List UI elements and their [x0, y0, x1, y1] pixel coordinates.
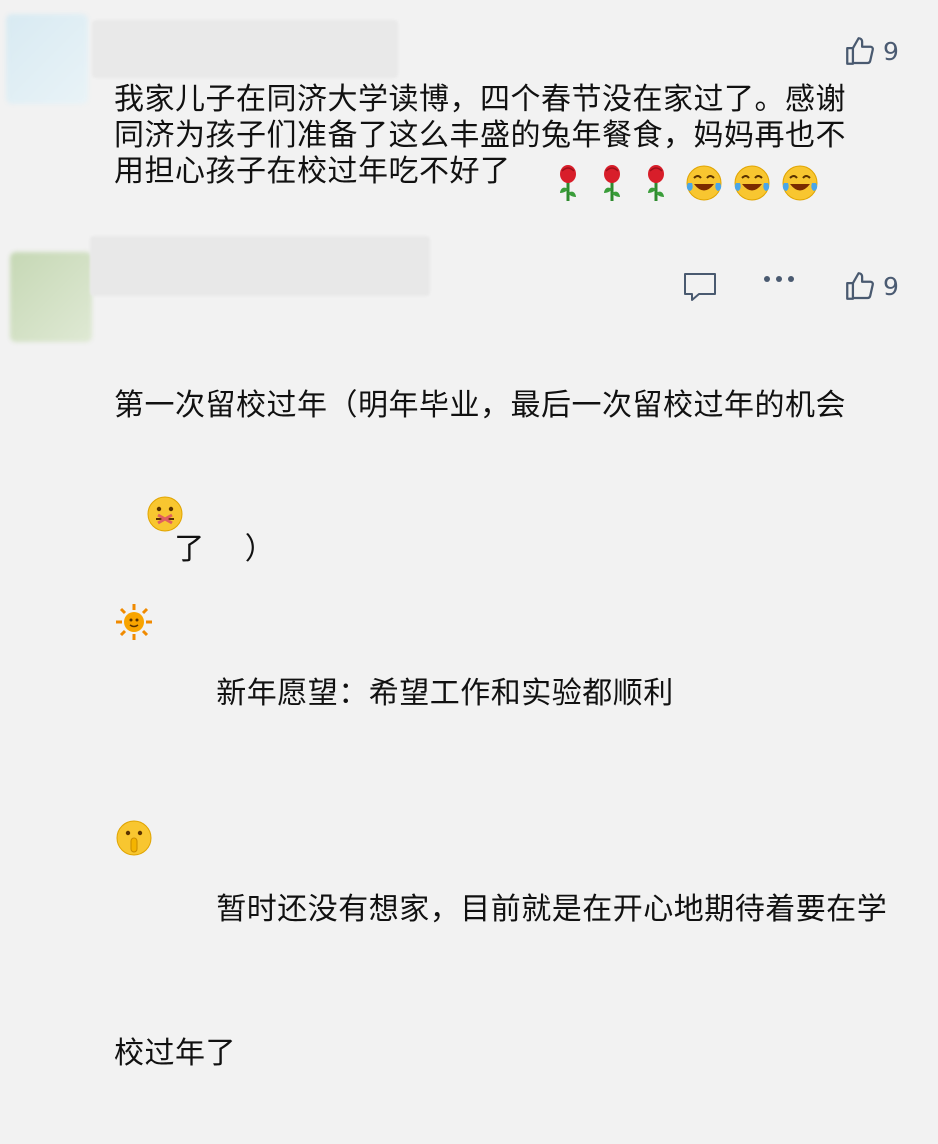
- comment-item: 9 第一次留校过年（明年毕业，最后一次留校过年的机会 了） 新年愿望：希望工作和…: [0, 230, 938, 1071]
- like-button[interactable]: 9: [843, 31, 899, 71]
- comment-text-fragment: 新年愿望：希望工作和实验都顺利: [216, 676, 674, 711]
- comment-text: 第一次留校过年（明年毕业，最后一次留校过年的机会 了） 新年愿望：希望工作和实验…: [114, 316, 924, 1144]
- rose-icon: [560, 165, 576, 201]
- laughing-tears-icon: [734, 165, 770, 201]
- comment-line: 新年愿望：希望工作和实验都顺利: [114, 604, 924, 748]
- avatar[interactable]: [10, 252, 92, 342]
- comment-line: 第一次留校过年（明年毕业，最后一次留校过年的机会: [114, 388, 846, 423]
- rose-icon: [604, 165, 620, 201]
- more-dots-icon: [764, 276, 794, 282]
- comment-line: 校过年了: [114, 1036, 236, 1071]
- sun-icon: [116, 604, 152, 640]
- laughing-tears-icon: [686, 165, 722, 201]
- like-button[interactable]: 9: [843, 266, 899, 306]
- shushing-face-icon: [116, 820, 152, 856]
- comment-line: 了）: [114, 496, 924, 567]
- thumbs-up-icon: [846, 272, 874, 300]
- username-blurred[interactable]: [90, 236, 430, 296]
- comment-bubble-icon: [684, 273, 716, 301]
- reply-button[interactable]: [682, 270, 718, 304]
- laughing-tears-icon: [782, 165, 818, 201]
- like-count: 9: [883, 36, 899, 66]
- thumbs-up-icon: [846, 37, 874, 65]
- emoji-row: [548, 163, 820, 203]
- like-count: 9: [883, 271, 899, 301]
- username-blurred[interactable]: [92, 20, 398, 78]
- comment-line: 暂时还没有想家，目前就是在开心地期待着要在学: [114, 820, 924, 964]
- comment-item: 9 我家儿子在同济大学读博，四个春节没在家过了。感谢 同济为孩子们准备了这么丰盛…: [0, 0, 938, 230]
- rose-icon: [648, 165, 664, 201]
- avatar[interactable]: [6, 14, 88, 104]
- zipped-mouth-face-icon: [147, 496, 183, 532]
- more-button[interactable]: [762, 274, 796, 284]
- comment-text-fragment: 暂时还没有想家，目前就是在开心地期待着要在学: [216, 892, 888, 927]
- comment-text-fragment: ）: [244, 532, 276, 567]
- comment-text-fragment: 了: [174, 532, 205, 567]
